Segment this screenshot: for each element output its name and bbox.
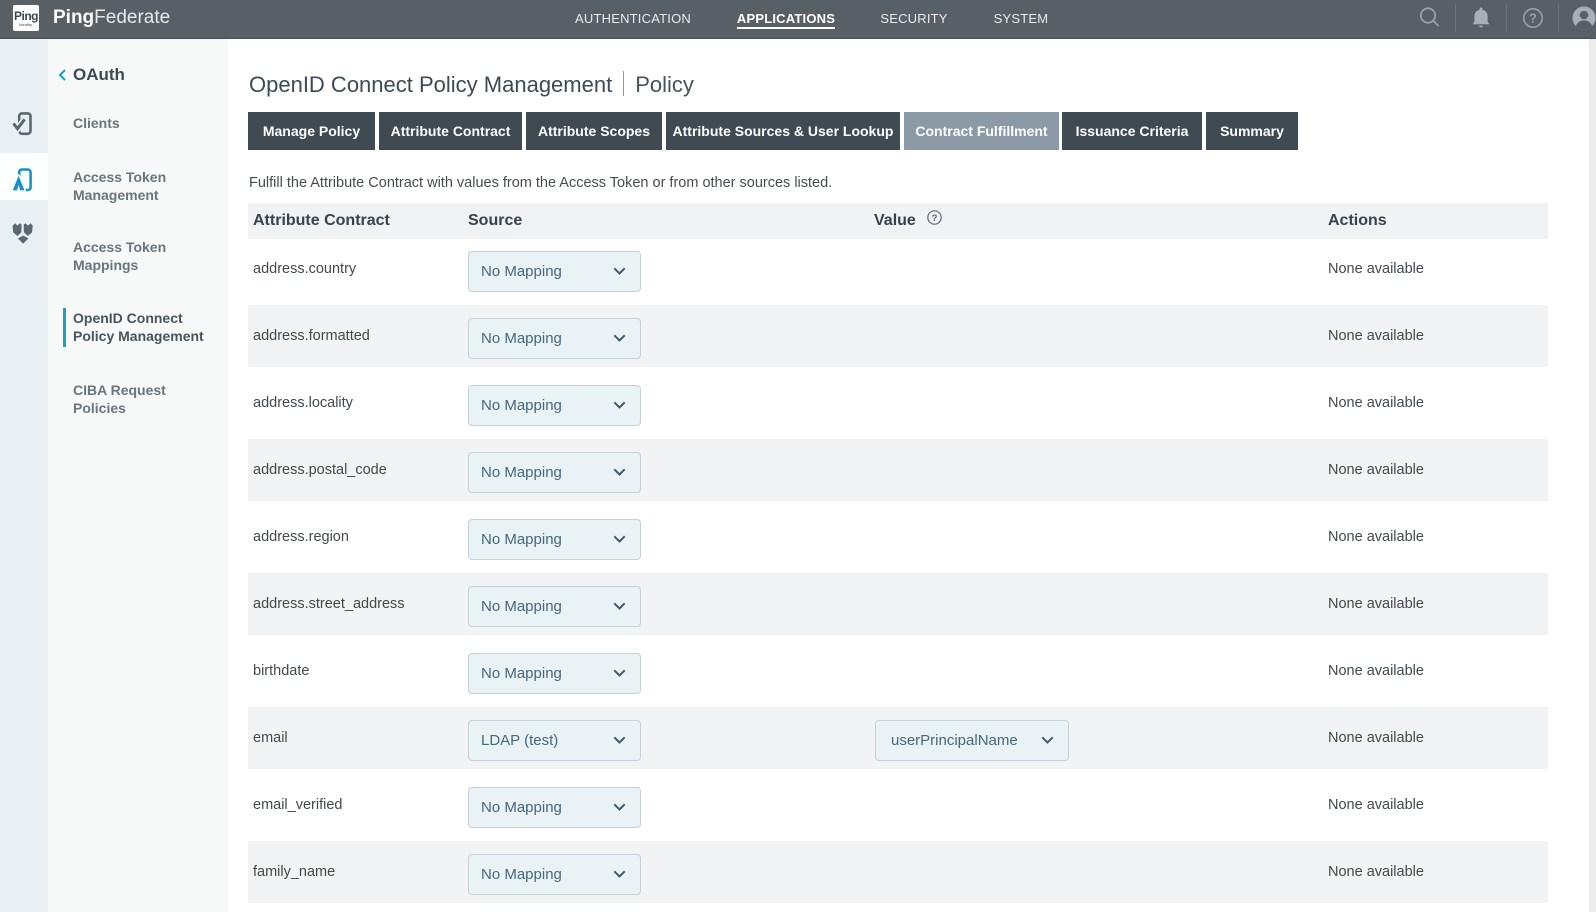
svg-text:?: ? [1529, 12, 1537, 26]
svg-text:?: ? [931, 213, 937, 224]
